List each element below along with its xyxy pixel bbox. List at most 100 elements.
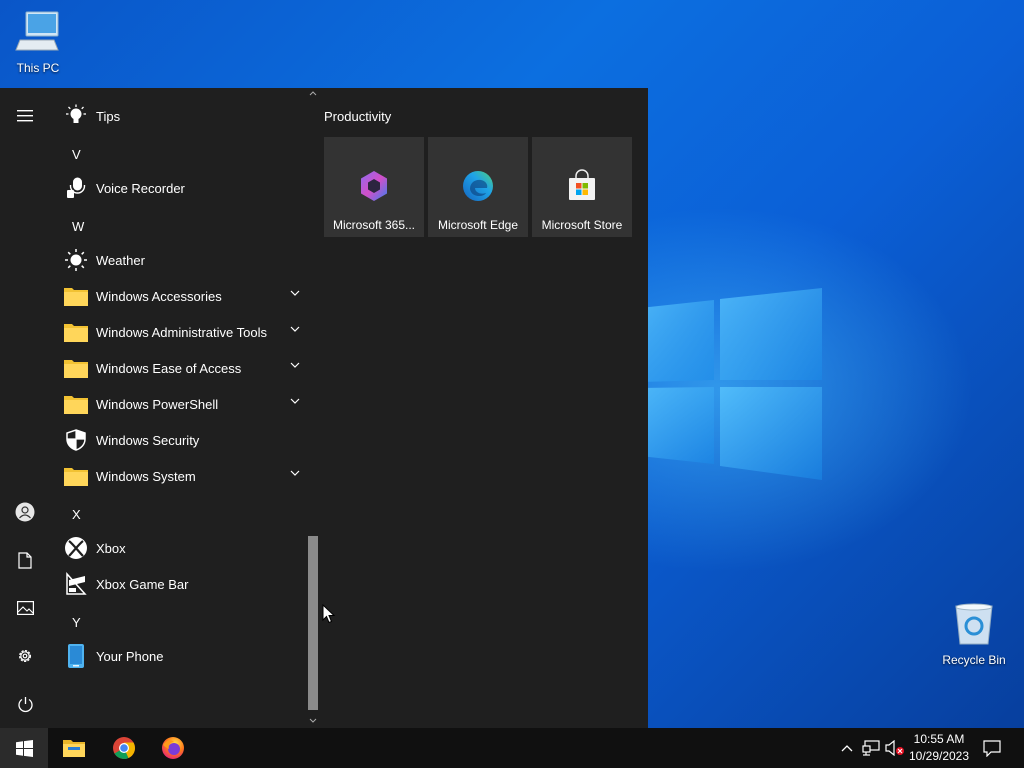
tile-label: Microsoft 365... (332, 218, 416, 232)
app-item-label: Windows PowerShell (96, 396, 219, 412)
show-hidden-icons-chevron-icon (841, 744, 853, 751)
app-item-xbox-game-bar[interactable]: Xbox Game Bar (50, 566, 306, 602)
app-item-windows-security[interactable]: Windows Security (50, 422, 306, 458)
taskbar-clock[interactable]: 10:55 AM 10/29/2023 (904, 731, 974, 765)
tiles-area: Productivity Microsoft 365... Microsoft … (320, 88, 648, 728)
computer-icon (15, 11, 59, 51)
settings-gear-icon (18, 649, 32, 663)
folder-item-windows-system[interactable]: Windows System (50, 458, 306, 494)
letter-header-w[interactable]: W (72, 219, 102, 234)
network-button[interactable] (861, 728, 881, 768)
app-item-label: Tips (96, 108, 121, 124)
chevron-down-icon[interactable] (290, 470, 300, 476)
tile-label: Microsoft Store (541, 218, 623, 232)
clock-date: 10/29/2023 (908, 749, 970, 763)
taskbar-file-explorer[interactable] (50, 728, 98, 768)
windows-start-icon (15, 739, 33, 757)
tile-group-title[interactable]: Productivity (324, 109, 391, 124)
tile-microsoft-edge[interactable]: Microsoft Edge (428, 137, 528, 237)
app-item-label: Windows Security (96, 432, 200, 448)
desktop-icon-recycle-bin[interactable]: Recycle Bin (938, 602, 1010, 667)
mouse-pointer-icon (322, 604, 336, 624)
app-item-label: Windows Accessories (96, 288, 222, 304)
desktop-icon-this-pc[interactable]: This PC (2, 10, 74, 75)
taskbar: 10:55 AM 10/29/2023 (0, 728, 1024, 768)
windows-logo-wallpaper-icon (640, 288, 822, 480)
tile-microsoft-store[interactable]: Microsoft Store (532, 137, 632, 237)
edge-icon (463, 171, 493, 201)
desktop-icon-label: Recycle Bin (942, 653, 1006, 667)
chevron-down-icon[interactable] (290, 362, 300, 368)
volume-button[interactable] (884, 728, 906, 768)
phone-icon (63, 643, 89, 669)
scrollbar-thumb[interactable] (308, 536, 318, 710)
microphone-icon (63, 175, 89, 201)
app-item-weather[interactable]: Weather (50, 242, 306, 278)
scroll-down-arrow-icon[interactable] (309, 718, 317, 723)
documents-button[interactable] (0, 538, 50, 582)
folder-item-windows-ease-of-access[interactable]: Windows Ease of Access (50, 350, 306, 386)
settings-button[interactable] (0, 634, 50, 678)
folder-icon (63, 355, 89, 381)
chevron-down-icon[interactable] (290, 398, 300, 404)
folder-item-windows-accessories[interactable]: Windows Accessories (50, 278, 306, 314)
start-menu-rail (0, 88, 50, 728)
app-list: Tips V Voice Recorder W Weather Windows … (50, 88, 306, 728)
folder-icon (63, 391, 89, 417)
shield-icon (63, 427, 89, 453)
app-item-label: Voice Recorder (96, 180, 185, 196)
app-item-label: Windows Administrative Tools (96, 324, 267, 340)
volume-muted-icon (885, 740, 904, 756)
xbox-game-bar-icon (63, 571, 89, 597)
app-item-voice-recorder[interactable]: Voice Recorder (50, 170, 306, 206)
scroll-up-arrow-icon[interactable] (309, 91, 317, 96)
microsoft-365-icon (361, 171, 387, 201)
xbox-icon (63, 535, 89, 561)
chevron-down-icon[interactable] (290, 326, 300, 332)
power-button[interactable] (0, 682, 50, 726)
folder-icon (63, 319, 89, 345)
file-explorer-icon (63, 740, 85, 757)
taskbar-chrome[interactable] (100, 728, 148, 768)
letter-header-y[interactable]: Y (72, 615, 102, 630)
lightbulb-icon (63, 103, 89, 129)
firefox-icon (162, 737, 184, 759)
start-button[interactable] (0, 728, 48, 768)
documents-icon (18, 551, 32, 569)
user-account-button[interactable] (0, 490, 50, 534)
start-menu: Tips V Voice Recorder W Weather Windows … (0, 88, 648, 728)
app-item-label: Windows Ease of Access (96, 360, 242, 376)
app-item-tips[interactable]: Tips (50, 98, 306, 134)
user-account-icon (15, 502, 35, 522)
pictures-icon (16, 601, 34, 615)
app-item-label: Your Phone (96, 648, 164, 664)
tile-microsoft-365[interactable]: Microsoft 365... (324, 137, 424, 237)
app-item-xbox[interactable]: Xbox (50, 530, 306, 566)
sun-icon (63, 247, 89, 273)
folder-item-windows-administrative-tools[interactable]: Windows Administrative Tools (50, 314, 306, 350)
recycle-bin-icon (955, 603, 993, 645)
desktop-icon-label: This PC (16, 61, 60, 75)
folder-icon (63, 463, 89, 489)
folder-item-windows-powershell[interactable]: Windows PowerShell (50, 386, 306, 422)
app-item-label: Weather (96, 252, 145, 268)
app-list-scrollbar[interactable] (306, 88, 320, 728)
show-hidden-icons-button[interactable] (838, 728, 856, 768)
power-icon (17, 696, 33, 712)
folder-icon (63, 283, 89, 309)
expand-menu-button[interactable] (0, 94, 50, 138)
app-item-label: Windows System (96, 468, 196, 484)
letter-header-v[interactable]: V (72, 147, 102, 162)
pictures-button[interactable] (0, 586, 50, 630)
chevron-down-icon[interactable] (290, 290, 300, 296)
clock-time: 10:55 AM (913, 732, 965, 746)
action-center-button[interactable] (978, 728, 1006, 768)
store-icon (569, 169, 595, 200)
letter-header-x[interactable]: X (72, 507, 102, 522)
chrome-icon (113, 737, 135, 759)
app-item-your-phone[interactable]: Your Phone (50, 638, 306, 674)
hamburger-menu-icon (17, 110, 33, 122)
taskbar-firefox[interactable] (149, 728, 197, 768)
action-center-icon (983, 739, 1001, 757)
tile-label: Microsoft Edge (437, 218, 519, 232)
